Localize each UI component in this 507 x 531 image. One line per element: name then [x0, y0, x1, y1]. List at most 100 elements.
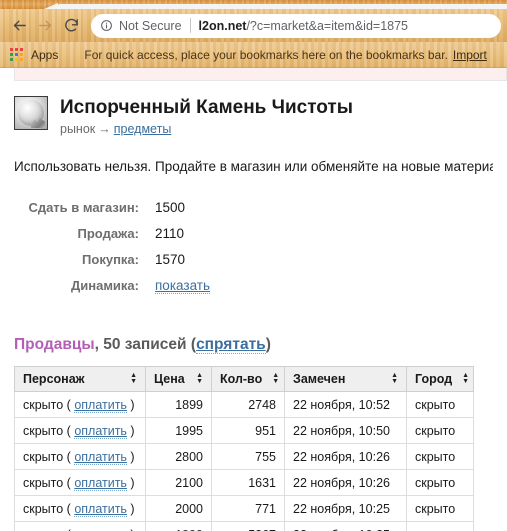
sellers-heading-close: ): [265, 336, 271, 353]
cell-price: 1899: [145, 391, 212, 418]
sellers-heading: Продавцы, 50 записей (спрятать): [14, 336, 493, 354]
page-title: Испорченный Камень Чистоты: [60, 97, 353, 118]
url-host: l2on.net: [198, 18, 247, 33]
dynamics-show-link[interactable]: показать: [155, 278, 210, 294]
apps-grid-dot: [15, 48, 18, 51]
omnibox-divider: [189, 18, 191, 33]
cell-character: скрыто ( оплатить ): [14, 469, 146, 496]
price-value: 1500: [155, 200, 186, 215]
character-hidden-label: скрыто: [23, 423, 64, 438]
character-hidden-label: скрыто: [23, 449, 64, 464]
security-label[interactable]: Not Secure: [119, 19, 182, 33]
pay-link[interactable]: оплатить: [74, 397, 127, 413]
apps-grid-icon[interactable]: [10, 48, 23, 61]
breadcrumb-link-items[interactable]: предметы: [114, 122, 172, 136]
column-header-4[interactable]: Замечен ▲ ▼: [284, 366, 407, 392]
hide-sellers-link[interactable]: спрятать: [196, 336, 266, 354]
cell-quantity: 951: [211, 417, 285, 444]
price-value: 1570: [155, 252, 186, 267]
info-circle-icon[interactable]: [100, 19, 113, 32]
column-header-label: Город: [415, 372, 453, 386]
sellers-heading-word: Продавцы: [14, 336, 95, 353]
cell-price: 2100: [145, 469, 212, 496]
stone-of-purity-icon: [14, 96, 48, 130]
cell-seen: 22 ноября, 10:25: [284, 495, 407, 522]
cell-city: скрыто: [406, 469, 474, 496]
cell-city: скрыто: [406, 417, 474, 444]
sort-updown-icon[interactable]: ▲ ▼: [196, 372, 203, 385]
sellers-table-head: Персонаж ▲ ▼ Цена ▲ ▼ Кол-во ▲ ▼ Замечен ▲ ▼ Город ▲ ▼: [14, 366, 474, 392]
arrow-right-icon: [38, 20, 51, 31]
back-button[interactable]: [6, 13, 32, 39]
tab-strip[interactable]: [0, 0, 507, 9]
pay-link[interactable]: оплатить: [74, 501, 127, 517]
cell-price: 2000: [145, 495, 212, 522]
sort-updown-icon[interactable]: ▲ ▼: [130, 372, 137, 385]
cell-city: скрыто: [406, 521, 474, 531]
forward-button[interactable]: [32, 13, 58, 39]
cell-seen: 22 ноября, 10:25: [284, 521, 407, 531]
cell-price: 2800: [145, 443, 212, 470]
bookmark-item-apps[interactable]: Apps: [31, 48, 58, 62]
apps-grid-dot: [10, 58, 13, 61]
breadcrumb-arrow-icon: →: [98, 122, 111, 136]
character-hidden-label: скрыто: [23, 475, 64, 490]
column-header-2[interactable]: Цена ▲ ▼: [145, 366, 212, 392]
price-label: Сдать в магазин:: [28, 200, 139, 215]
cell-city: скрыто: [406, 391, 474, 418]
page-viewport: Испорченный Камень Чистоты рынок → предмет…: [0, 68, 507, 531]
pay-link[interactable]: оплатить: [74, 449, 127, 465]
import-bookmarks-link[interactable]: Import: [453, 48, 487, 62]
table-row[interactable]: скрыто ( оплатить ) 2000 771 22 ноября, 10:…: [14, 495, 474, 522]
column-header-3[interactable]: Кол-во ▲ ▼: [211, 366, 285, 392]
price-label: Покупка:: [82, 252, 139, 267]
cell-price: 1995: [145, 417, 212, 444]
pay-link[interactable]: оплатить: [74, 475, 127, 491]
cell-character: скрыто ( оплатить ): [14, 391, 146, 418]
cell-character: скрыто ( оплатить ): [14, 495, 146, 522]
apps-grid-dot: [15, 58, 18, 61]
price-row: Продажа: 2110: [14, 226, 493, 252]
table-row[interactable]: скрыто ( оплатить ) 1899 2748 22 ноября, 10…: [14, 391, 474, 418]
table-row[interactable]: скрыто ( оплатить ) 2800 755 22 ноября, 10:…: [14, 443, 474, 470]
active-tab[interactable]: [55, 4, 507, 9]
table-row[interactable]: скрыто ( оплатить )1999536722 ноября, 10…: [14, 521, 474, 531]
notice-banner: [14, 68, 507, 81]
bookmarks-bar: Apps For quick access, place your bookma…: [0, 42, 507, 68]
column-header-5[interactable]: Город ▲ ▼: [406, 366, 474, 392]
sellers-table: Персонаж ▲ ▼ Цена ▲ ▼ Кол-во ▲ ▼ Замечен ▲ ▼ Город ▲ ▼…: [14, 366, 474, 531]
cell-city: скрыто: [406, 495, 474, 522]
breadcrumb: рынок → предметы: [60, 122, 353, 136]
apps-grid-dot: [10, 53, 13, 56]
url-text[interactable]: l2on.net/?c=market&a=item&id=1875: [199, 19, 408, 33]
sort-updown-icon[interactable]: ▲ ▼: [391, 372, 398, 385]
pay-link[interactable]: оплатить: [74, 527, 127, 531]
apps-grid-dot: [20, 48, 23, 51]
price-row: Сдать в магазин: 1500: [14, 200, 493, 226]
column-header-label: Кол-во: [220, 372, 263, 386]
cell-seen: 22 ноября, 10:52: [284, 391, 407, 418]
address-bar[interactable]: Not Secure l2on.net/?c=market&a=item&id=…: [91, 13, 501, 38]
apps-grid-dot: [20, 53, 23, 56]
column-header-label: Замечен: [293, 372, 346, 386]
table-row[interactable]: скрыто ( оплатить ) 1995 951 22 ноября, 10:…: [14, 417, 474, 444]
breadcrumb-root: рынок: [60, 122, 96, 136]
reload-button[interactable]: [58, 13, 84, 39]
column-header-label: Персонаж: [23, 372, 85, 386]
cell-character: скрыто ( оплатить ): [14, 521, 146, 531]
cell-quantity: 5367: [211, 521, 285, 531]
column-header-label: Цена: [154, 372, 185, 386]
apps-grid-dot: [15, 53, 18, 56]
sort-updown-icon[interactable]: ▲ ▼: [462, 372, 469, 385]
sort-updown-icon[interactable]: ▲ ▼: [272, 372, 279, 385]
cell-quantity: 755: [211, 443, 285, 470]
table-row[interactable]: скрыто ( оплатить ) 2100 1631 22 ноября, 10…: [14, 469, 474, 496]
price-row: Покупка: 1570: [14, 252, 493, 278]
sellers-heading-count: , 50 записей (: [94, 336, 197, 353]
character-hidden-label: скрыто: [23, 501, 64, 516]
bookmarks-hint: For quick access, place your bookmarks h…: [84, 47, 448, 62]
column-header-1[interactable]: Персонаж ▲ ▼: [14, 366, 146, 392]
cell-seen: 22 ноября, 10:26: [284, 443, 407, 470]
dynamics-show-link-text[interactable]: показать: [155, 278, 210, 294]
pay-link[interactable]: оплатить: [74, 423, 127, 439]
